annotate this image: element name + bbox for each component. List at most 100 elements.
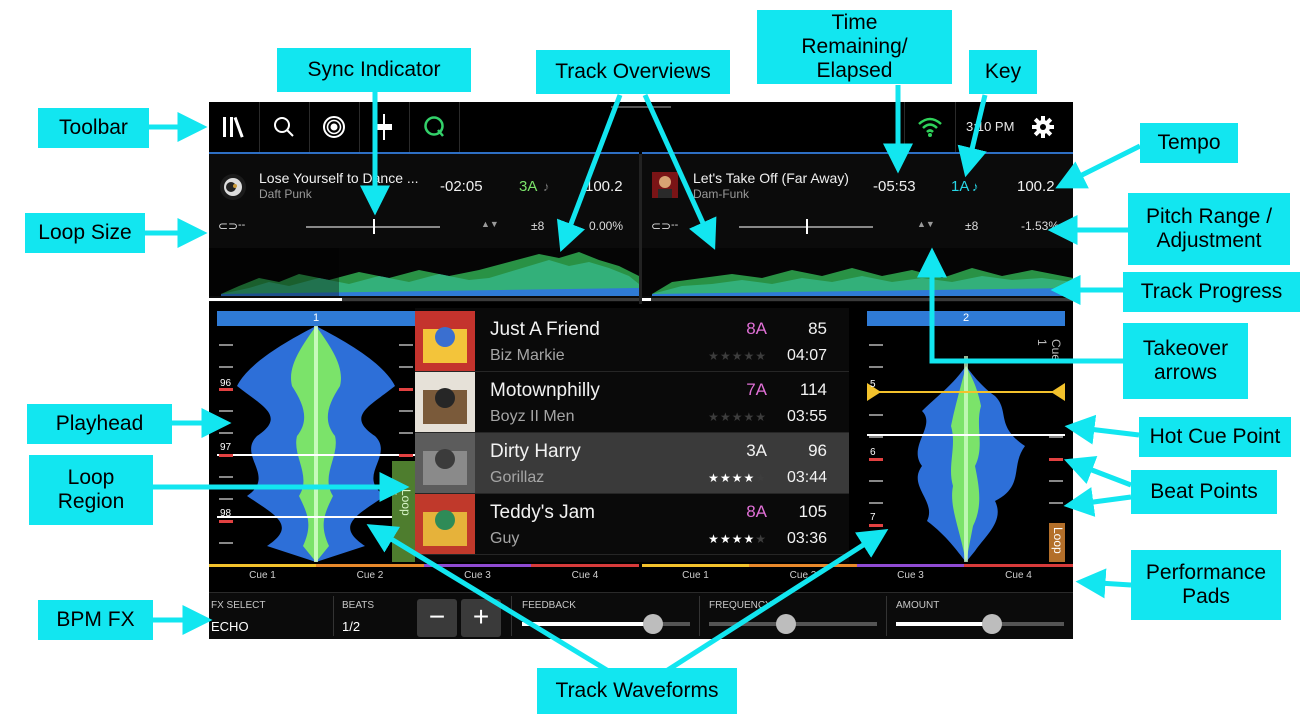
deck1-pitch-range[interactable]: ±8 <box>531 219 544 233</box>
pad-left-2[interactable]: Cue 2 <box>316 567 424 584</box>
callout-playhead: Playhead <box>27 404 172 444</box>
deck2-progress-bar <box>642 298 1073 301</box>
rating-star-icon[interactable]: ★ <box>708 471 720 485</box>
library-row-artist: Boyz II Men <box>490 408 575 425</box>
library-row-key: 8A <box>746 502 767 521</box>
record-icon[interactable] <box>309 102 360 152</box>
rating-star-icon[interactable]: ★ <box>732 349 744 363</box>
library-row-title: Dirty Harry <box>490 441 581 462</box>
rating-star-icon[interactable]: ★ <box>732 410 744 424</box>
deck1-beat-number-96: 96 <box>220 378 232 389</box>
library-row-bpm: 105 <box>798 502 827 521</box>
deck1-progress-fill <box>209 298 343 301</box>
feedback-slider-knob[interactable] <box>643 614 664 634</box>
pad-right-1[interactable]: Cue 1 <box>642 567 749 584</box>
callout-performance-pads: Performance Pads <box>1131 550 1281 620</box>
rating-star-icon[interactable]: ★ <box>755 349 767 363</box>
rating-star-icon[interactable]: ★ <box>743 349 755 363</box>
deck1-progress-bar <box>209 298 639 301</box>
rating-star-icon[interactable]: ★ <box>720 532 732 546</box>
library-row-bpm: 114 <box>799 380 827 399</box>
rating-star-icon[interactable]: ★ <box>732 471 744 485</box>
callout-track-progress: Track Progress <box>1123 272 1300 312</box>
amount-slider-knob[interactable] <box>981 614 1002 634</box>
search-icon[interactable] <box>259 102 310 152</box>
deck2-track-overview[interactable] <box>642 248 1073 296</box>
library-row-rating[interactable]: ★★★★★ <box>708 471 767 485</box>
pad-right-2[interactable]: Cue 2 <box>749 567 857 584</box>
rating-star-icon[interactable]: ★ <box>755 532 767 546</box>
quantize-icon[interactable] <box>409 102 460 152</box>
frequency-slider[interactable] <box>709 614 877 634</box>
rating-star-icon[interactable]: ★ <box>743 532 755 546</box>
fx-select-value[interactable]: ECHO <box>211 619 249 634</box>
fx-select-label: FX SELECT <box>211 600 266 611</box>
clock: 3:10 PM <box>966 119 1015 134</box>
pad-right-3[interactable]: Cue 3 <box>857 567 964 584</box>
feedback-slider[interactable] <box>522 614 690 634</box>
mixer-icon[interactable] <box>359 102 410 152</box>
rating-star-icon[interactable]: ★ <box>708 410 720 424</box>
library-row[interactable]: Teddy's Jam Guy 8A 105 ★★★★★ 03:36 <box>415 494 849 555</box>
rating-star-icon[interactable]: ★ <box>708 532 720 546</box>
library-icon[interactable] <box>209 102 260 152</box>
library-row-rating[interactable]: ★★★★★ <box>708 532 767 546</box>
rating-star-icon[interactable]: ★ <box>708 349 720 363</box>
callout-hot-cue-point: Hot Cue Point <box>1139 417 1291 457</box>
library-row[interactable]: Motownphilly Boyz II Men 7A 114 ★★★★★ 03:55 <box>415 372 849 433</box>
library-row-duration: 04:07 <box>786 347 827 364</box>
deck1-loop-size: -- <box>238 219 246 231</box>
deck2-key-note-icon: ♪ <box>972 179 979 194</box>
deck2-tempo[interactable]: 100.2 <box>1017 178 1055 195</box>
fx-bar <box>209 592 1073 639</box>
beats-value: 1/2 <box>342 619 361 634</box>
rating-star-icon[interactable]: ★ <box>755 471 767 485</box>
library-row-rating[interactable]: ★★★★★ <box>708 349 767 363</box>
deck1-title: Lose Yourself to Dance ... <box>259 170 419 186</box>
deck1-beat-number-97: 97 <box>220 442 232 453</box>
amount-slider[interactable] <box>896 614 1064 634</box>
deck1-artwork[interactable] <box>220 174 246 200</box>
pad-left-3[interactable]: Cue 3 <box>424 567 531 584</box>
callout-tempo: Tempo <box>1140 123 1238 163</box>
deck1-loop-icon[interactable]: ⊂⊃ <box>218 219 238 233</box>
deck2-waveform[interactable]: 2 Cue 1 Loop 5 6 7 <box>867 311 1065 562</box>
library-row-rating[interactable]: ★★★★★ <box>708 410 767 424</box>
rating-star-icon[interactable]: ★ <box>732 532 744 546</box>
beats-minus-button[interactable]: − <box>417 599 457 637</box>
pad-right-4[interactable]: Cue 4 <box>964 567 1073 584</box>
deck2-beat-number-6: 6 <box>870 447 876 458</box>
settings-icon[interactable] <box>1031 115 1055 139</box>
deck2-artwork[interactable] <box>652 172 678 198</box>
deck2-beat-markers <box>867 326 1065 562</box>
deck2-time[interactable]: -05:53 <box>873 178 916 195</box>
library-row-artwork <box>415 494 475 554</box>
deck2-pitch: -1.53% <box>1021 219 1060 233</box>
beats-plus-button[interactable]: + <box>461 599 501 637</box>
deck1-time[interactable]: -02:05 <box>440 178 483 195</box>
rating-star-icon[interactable]: ★ <box>720 410 732 424</box>
rating-star-icon[interactable]: ★ <box>743 471 755 485</box>
callout-track-overviews: Track Overviews <box>536 50 730 94</box>
deck1-waveform[interactable]: 1 Loop 5 96 97 98 <box>217 311 415 562</box>
library-row-artist: Biz Markie <box>490 347 565 364</box>
pad-left-4[interactable]: Cue 4 <box>531 567 639 584</box>
callout-takeover-arrows: Takeover arrows <box>1123 323 1248 399</box>
deck1-tempo[interactable]: 100.2 <box>585 178 623 195</box>
library-row-bpm: 96 <box>808 441 827 460</box>
pad-left-1[interactable]: Cue 1 <box>209 567 316 584</box>
rating-star-icon[interactable]: ★ <box>755 410 767 424</box>
deck2-loop-icon[interactable]: ⊂⊃ <box>651 219 671 233</box>
rating-star-icon[interactable]: ★ <box>720 349 732 363</box>
toolbar-handle[interactable] <box>611 106 671 108</box>
library-row[interactable]: Dirty Harry Gorillaz 3A 96 ★★★★★ 03:44 <box>415 433 849 494</box>
deck2-pitch-range[interactable]: ±8 <box>965 219 978 233</box>
deck1-track-overview[interactable] <box>209 248 639 296</box>
deck1-sync-indicator <box>373 219 375 234</box>
deck2-number: 2 <box>962 312 970 324</box>
library-row[interactable]: Just A Friend Biz Markie 8A 85 ★★★★★ 04:07 <box>415 311 849 372</box>
beats-label: BEATS <box>342 600 375 611</box>
deck2-beat-number-5: 5 <box>870 379 876 390</box>
rating-star-icon[interactable]: ★ <box>743 410 755 424</box>
rating-star-icon[interactable]: ★ <box>720 471 732 485</box>
